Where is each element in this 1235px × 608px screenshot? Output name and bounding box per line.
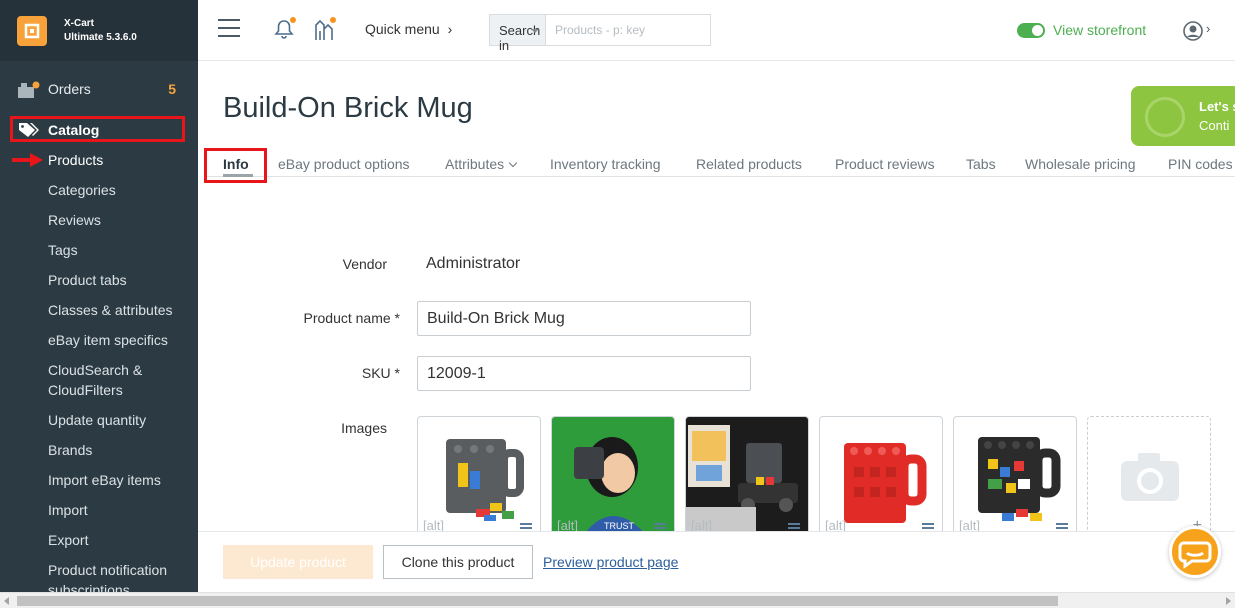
sidebar-item-export[interactable]: Export [48,530,196,550]
search-box: Search in [489,14,711,53]
product-tabs: Info eBay product options Attributes Inv… [204,148,1235,183]
image-gallery: [alt] TRUST [alt] [alt] [alt] [alt] [417,416,1217,536]
tab-ebay-product-options[interactable]: eBay product options [278,156,410,172]
sidebar-item-ebay-item-specifics[interactable]: eBay item specifics [48,330,196,350]
search-input[interactable] [546,15,710,45]
arrow-right-icon [12,153,44,172]
sidebar-item-brands[interactable]: Brands [48,440,196,460]
tab-attributes[interactable]: Attributes [445,156,518,172]
progress-ring-icon [1145,97,1185,137]
chevron-down-icon [508,158,518,168]
promo-subtitle: Conti [1199,118,1230,133]
tab-info[interactable]: Info [204,148,267,183]
action-bar: Update product Clone this product Previe… [198,531,1235,592]
sidebar-item-reviews[interactable]: Reviews [48,210,196,230]
scroll-right-arrow-icon[interactable] [1226,597,1231,605]
search-scope-select[interactable]: Search in [490,15,546,53]
clone-product-button[interactable]: Clone this product [383,545,533,579]
tab-product-reviews[interactable]: Product reviews [835,156,935,172]
sidebar-item-categories[interactable]: Categories [48,180,196,200]
user-avatar-icon[interactable] [1183,21,1203,46]
sidebar-item-import-ebay[interactable]: Import eBay items [48,470,196,490]
quick-menu-link[interactable]: Quick menu › [365,21,452,37]
sidebar: X-Cart Ultimate 5.3.6.0 Orders 5 Catalog… [0,0,198,592]
sidebar-item-notification-subscriptions[interactable]: Product notification subscriptions [48,560,196,592]
hamburger-menu-icon[interactable] [218,19,240,39]
sidebar-item-tags[interactable]: Tags [48,240,196,260]
brand[interactable]: X-Cart Ultimate 5.3.6.0 [0,0,198,61]
product-image-thumb[interactable]: [alt] [819,416,943,536]
svg-text:TRUST: TRUST [604,521,634,531]
product-image-thumb[interactable]: [alt] [685,416,809,536]
sku-field[interactable] [417,356,751,391]
topbar: Quick menu › Search in View storefront › [198,0,1235,61]
preview-product-link[interactable]: Preview product page [543,554,678,570]
caret-down-icon [531,29,539,33]
images-label: Images [341,420,387,436]
sku-label: SKU * [361,365,400,381]
brand-name: X-Cart [64,17,95,29]
sidebar-item-product-tabs[interactable]: Product tabs [48,270,196,290]
bell-icon[interactable] [274,17,296,44]
view-storefront-link[interactable]: View storefront [1053,22,1146,38]
sidebar-item-orders[interactable]: Orders 5 [0,76,198,104]
tags-icon [19,122,39,143]
user-menu-chevron-icon[interactable]: › [1206,21,1210,36]
sidebar-item-label: Orders [48,81,91,97]
product-image-thumb[interactable]: TRUST [alt] [551,416,675,536]
sidebar-item-label: Catalog [48,122,100,138]
page-title: Build-On Brick Mug [223,92,473,124]
scrollbar-thumb[interactable] [17,596,1058,606]
add-image-dropzone[interactable]: + [1087,416,1211,536]
sidebar-item-import[interactable]: Import [48,500,196,520]
horizontal-scrollbar[interactable] [0,592,1235,608]
scroll-left-arrow-icon[interactable] [4,597,9,605]
sidebar-item-cloudsearch[interactable]: CloudSearch & CloudFilters [48,360,196,400]
product-name-field[interactable] [417,301,751,336]
tab-wholesale-pricing[interactable]: Wholesale pricing [1025,156,1136,172]
promo-title: Let's s [1199,99,1235,114]
chat-support-button[interactable] [1169,526,1221,578]
tab-pin-codes[interactable]: PIN codes [1168,156,1233,172]
vendor-value: Administrator [426,255,521,272]
vendor-label: Vendor [342,256,387,272]
marketing-chart-icon[interactable] [314,17,336,46]
tab-related-products[interactable]: Related products [696,156,802,172]
orders-icon [18,81,40,104]
check-icon [1032,25,1043,36]
sidebar-item-update-quantity[interactable]: Update quantity [48,410,196,430]
brand-version: Ultimate 5.3.6.0 [64,31,137,43]
catalog-submenu: Products Categories Reviews Tags Product… [48,150,196,592]
sidebar-item-classes-attributes[interactable]: Classes & attributes [48,300,196,320]
storefront-toggle[interactable] [1017,23,1045,38]
chat-bubble-icon [1178,541,1212,569]
product-image-thumb[interactable]: [alt] [953,416,1077,536]
product-image-thumb[interactable]: [alt] [417,416,541,536]
onboarding-promo[interactable]: Let's s Conti [1131,86,1235,146]
update-product-button[interactable]: Update product [223,545,373,579]
tab-tabs[interactable]: Tabs [966,156,996,172]
tab-inventory-tracking[interactable]: Inventory tracking [550,156,661,172]
chevron-right-icon: › [447,21,453,37]
orders-count-badge: 5 [168,81,176,97]
sidebar-item-products[interactable]: Products [48,150,196,170]
sidebar-item-catalog[interactable]: Catalog [10,116,185,142]
product-name-label: Product name * [303,310,401,326]
xcart-logo-icon [17,15,47,46]
